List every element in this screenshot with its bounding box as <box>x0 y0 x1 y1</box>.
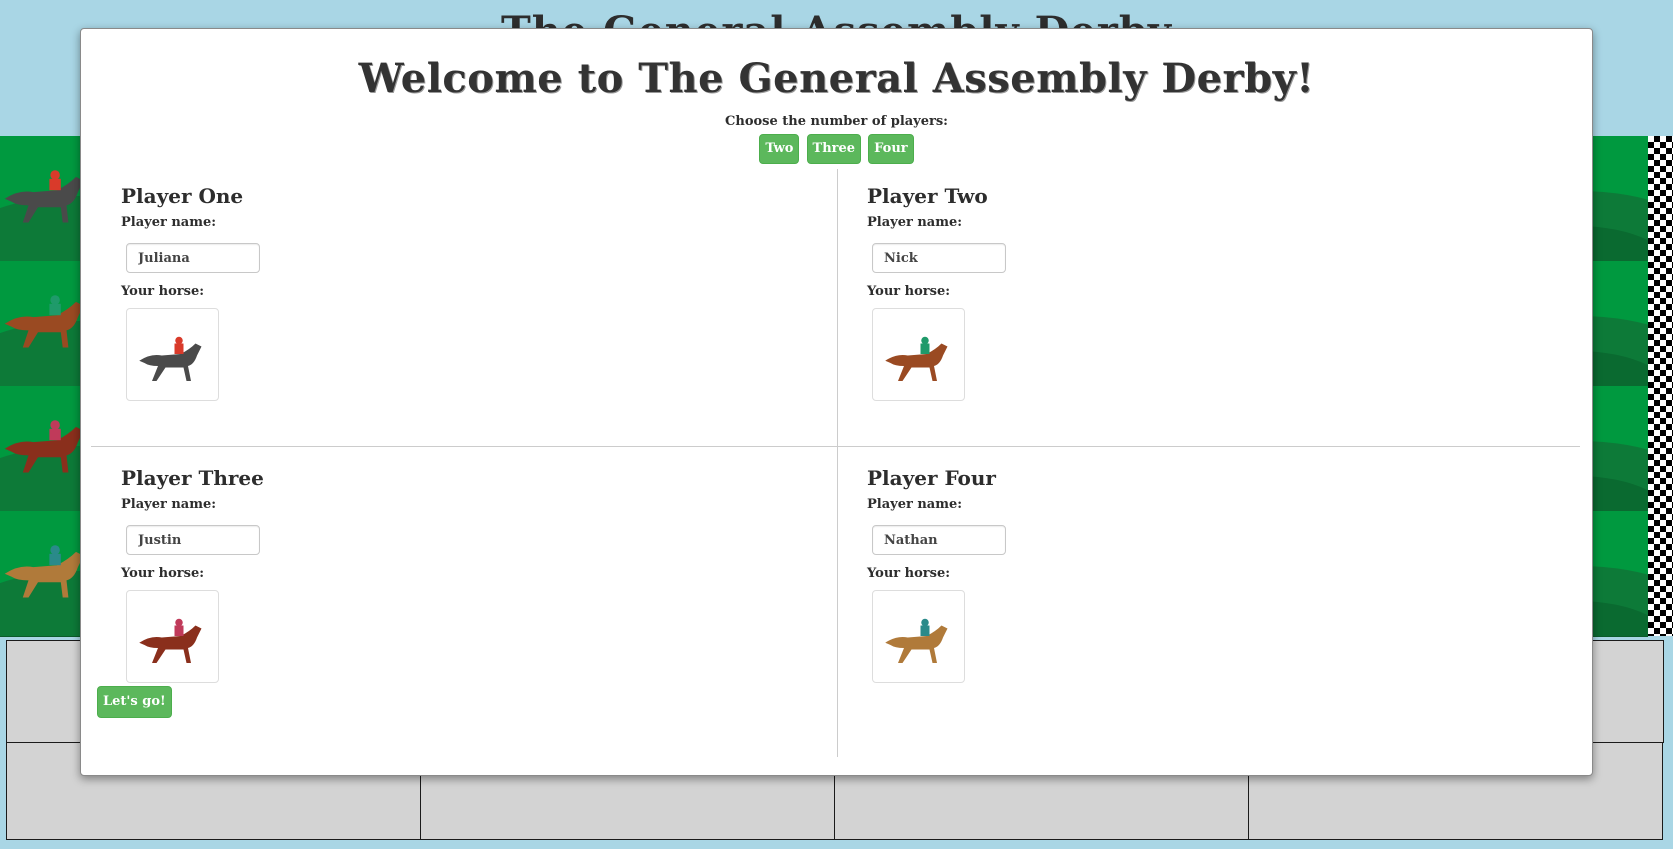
player-heading: Player Four <box>867 466 996 490</box>
column-divider <box>837 169 838 757</box>
player-name-label: Player name: <box>867 497 963 512</box>
lets-go-button[interactable]: Let's go! <box>97 686 172 718</box>
player-name-label: Player name: <box>867 215 963 230</box>
horse-selector[interactable] <box>126 590 219 683</box>
gray-horse-icon <box>139 336 202 381</box>
chestnut-horse-icon <box>885 336 948 381</box>
choose-players-label: Choose the number of players: <box>725 114 948 129</box>
player-name-label: Player name: <box>121 497 217 512</box>
bay-horse-icon <box>139 618 202 663</box>
player-heading: Player Two <box>867 184 988 208</box>
two-players-button[interactable]: Two <box>759 134 800 164</box>
player-name-label: Player name: <box>121 215 217 230</box>
player-two-panel: Player Two Player name: Your horse: <box>867 184 1467 434</box>
horse-selector[interactable] <box>872 308 965 401</box>
player-name-input[interactable] <box>126 525 260 555</box>
row-divider <box>91 446 1580 447</box>
player-count-group: Two Three Four <box>81 134 1592 164</box>
player-one-panel: Player One Player name: Your horse: <box>121 184 721 434</box>
horse-selector[interactable] <box>126 308 219 401</box>
player-heading: Player One <box>121 184 244 208</box>
setup-modal: Welcome to The General Assembly Derby! C… <box>80 28 1593 776</box>
player-name-input[interactable] <box>126 243 260 273</box>
player-heading: Player Three <box>121 466 264 490</box>
horse-label: Your horse: <box>867 284 951 299</box>
horse-selector[interactable] <box>872 590 965 683</box>
player-name-input[interactable] <box>872 243 1006 273</box>
horse-label: Your horse: <box>121 284 205 299</box>
player-four-panel: Player Four Player name: Your horse: <box>867 466 1467 716</box>
horse-label: Your horse: <box>867 566 951 581</box>
modal-title: Welcome to The General Assembly Derby! <box>358 55 1315 102</box>
four-players-button[interactable]: Four <box>868 134 914 164</box>
three-players-button[interactable]: Three <box>806 134 862 164</box>
finish-line <box>1648 136 1673 636</box>
horse-label: Your horse: <box>121 566 205 581</box>
player-name-input[interactable] <box>872 525 1006 555</box>
palomino-horse-icon <box>885 618 948 663</box>
player-three-panel: Player Three Player name: Your horse: <box>121 466 721 716</box>
